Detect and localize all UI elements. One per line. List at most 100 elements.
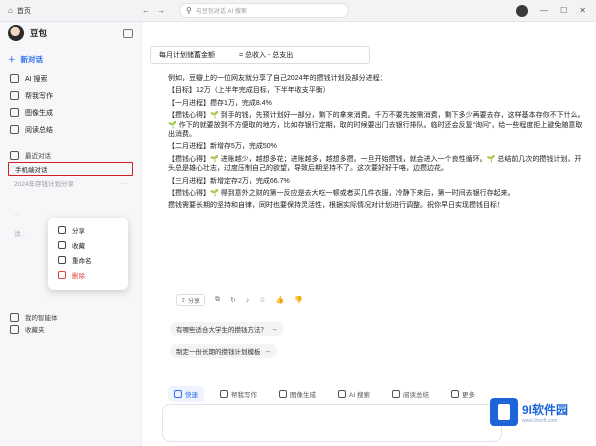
- title-bar: ⌂ 首页 ← → ⚲ 与豆包对话 AI 搜索 — ☐ ✕: [0, 0, 596, 22]
- tool-search[interactable]: AI 搜索: [332, 386, 376, 402]
- bookmark-icon[interactable]: ☆: [259, 296, 265, 304]
- chat-context-menu: 分享 收藏 重命名 删除: [48, 218, 128, 290]
- thumbs-up-icon[interactable]: 👍: [276, 296, 285, 304]
- agents-label: 我的智能体: [25, 315, 58, 322]
- tab-home[interactable]: ⌂ 首页: [0, 0, 136, 22]
- image-icon: [279, 390, 287, 398]
- input-toolbar: 快速 帮我写作 图像生成 AI 搜索 阅读总结 更多: [168, 386, 481, 402]
- new-chat-label: 新对话: [20, 54, 44, 64]
- message-actions: ⇪ 分享 ⧉ ↻ ♪ ☆ 👍 👎: [176, 294, 303, 306]
- image-icon: [10, 108, 19, 117]
- menu-item-label: 删除: [72, 272, 85, 280]
- chat-item[interactable]: 2024年存钱计划分享 ···: [8, 176, 133, 190]
- tool-label: 帮我写作: [231, 392, 257, 399]
- tool-label: 更多: [461, 392, 475, 399]
- close-icon[interactable]: ✕: [579, 6, 586, 15]
- thumbs-down-icon[interactable]: 👎: [294, 296, 303, 304]
- tool-writing[interactable]: 帮我写作: [214, 386, 263, 402]
- minimize-icon[interactable]: —: [540, 6, 548, 15]
- pen-icon: [10, 91, 19, 100]
- favorites-section[interactable]: 收藏夹: [0, 322, 55, 336]
- message-paragraph: 攒钱需要长期的坚持和自律，同时也要保持灵活性，根据实际情况对计划进行调整。祝你早…: [168, 202, 504, 210]
- arrow-right-icon: →: [271, 325, 278, 333]
- chat-title: 请…: [14, 231, 27, 238]
- watermark: 9I软件园 www.9rsoft.com: [490, 391, 594, 433]
- search-icon: [10, 74, 19, 83]
- recent-section-header[interactable]: 最近对话: [0, 148, 141, 162]
- menu-item-favorite[interactable]: 收藏: [48, 237, 128, 252]
- home-icon: ⌂: [8, 6, 13, 15]
- new-chat-button[interactable]: ＋ 新对话: [8, 52, 133, 66]
- message-input[interactable]: [162, 404, 502, 442]
- pen-icon: [220, 390, 228, 398]
- share-button[interactable]: ⇪ 分享: [176, 294, 206, 306]
- forward-icon[interactable]: →: [157, 6, 165, 15]
- document-icon: [10, 125, 19, 134]
- sidebar-item-label: AI 搜索: [25, 75, 48, 83]
- agent-icon: [10, 312, 19, 322]
- share-icon: ⇪: [181, 297, 187, 304]
- suggestion-text: 有哪些适合大学生的攒钱方法？: [176, 327, 267, 334]
- tool-image[interactable]: 图像生成: [273, 386, 322, 402]
- recent-label: 最近对话: [25, 153, 51, 160]
- sidebar-item-label: 阅读总结: [25, 126, 53, 134]
- share-icon: [58, 225, 66, 234]
- search-icon: ⚲: [186, 6, 192, 15]
- clock-icon: [10, 150, 19, 160]
- message-paragraph: 【攒钱心得】🌱 进账越少，越想多花；进账越多，越想多攒。一旦开始攒钱，就会进入一…: [168, 155, 582, 173]
- share-label: 分享: [188, 298, 201, 305]
- message-paragraph: 例如，豆瓣上的一位网友就分享了自己2024年的攒钱计划及部分进程：: [168, 75, 387, 82]
- edit-icon: [58, 255, 66, 264]
- star-icon: [10, 324, 19, 334]
- tool-label: 阅读总结: [402, 392, 429, 399]
- watermark-url: www.9rsoft.com: [522, 417, 558, 424]
- chat-title: …: [14, 209, 21, 217]
- menu-item-label: 重命名: [72, 257, 92, 265]
- watermark-title: 9I软件园: [522, 402, 569, 417]
- search-placeholder: 与豆包对话 AI 搜索: [195, 9, 247, 15]
- tool-label: 图像生成: [290, 392, 316, 399]
- message-paragraph: 【目标】12万（上半年完成目标，下半年收支平衡）: [168, 87, 330, 95]
- back-icon[interactable]: ←: [142, 6, 150, 15]
- formula-left: 每月计划储蓄金额: [159, 52, 215, 59]
- tool-reading[interactable]: 阅读总结: [386, 386, 435, 402]
- sidebar-item-ai-search[interactable]: AI 搜索: [0, 70, 141, 87]
- message-paragraph: 【三月进程】新增定存2万，完成66.7%: [168, 177, 290, 185]
- grid-icon: [450, 390, 459, 398]
- tool-label: AI 搜索: [349, 392, 370, 399]
- assistant-message: 例如，豆瓣上的一位网友就分享了自己2024年的攒钱计划及部分进程： 【目标】12…: [168, 74, 588, 214]
- formula-right: = 总收入 - 总支出: [239, 52, 294, 59]
- search-input[interactable]: ⚲ 与豆包对话 AI 搜索: [179, 3, 349, 18]
- brand-logo-icon: [8, 25, 24, 41]
- tool-more[interactable]: 更多: [445, 386, 481, 402]
- menu-item-rename[interactable]: 重命名: [48, 252, 128, 267]
- collapse-sidebar-icon[interactable]: [123, 28, 133, 38]
- regenerate-icon[interactable]: ↻: [230, 296, 236, 304]
- suggestion-text: 制定一份长期的攒钱计划模板: [176, 349, 261, 356]
- speaker-icon[interactable]: ♪: [246, 297, 250, 304]
- more-options-icon[interactable]: ···: [121, 180, 128, 187]
- copy-icon[interactable]: ⧉: [215, 296, 220, 304]
- favorites-label: 收藏夹: [25, 327, 45, 334]
- suggestion-chip[interactable]: 有哪些适合大学生的攒钱方法？ →: [170, 322, 284, 336]
- menu-item-delete[interactable]: 删除: [48, 267, 128, 282]
- chat-item-active[interactable]: 手机端对话: [8, 162, 133, 176]
- menu-item-share[interactable]: 分享: [48, 222, 128, 237]
- search-icon: [338, 390, 346, 398]
- tool-quick[interactable]: 快速: [168, 386, 204, 402]
- document-icon: [391, 390, 400, 398]
- maximize-icon[interactable]: ☐: [560, 6, 567, 15]
- suggestion-chip[interactable]: 制定一份长期的攒钱计划模板 →: [170, 344, 277, 358]
- menu-item-label: 收藏: [72, 242, 85, 250]
- sidebar-item-reading[interactable]: 阅读总结: [0, 121, 141, 138]
- sidebar-item-writing[interactable]: 帮我写作: [0, 87, 141, 104]
- brand-name: 豆包: [30, 28, 48, 38]
- trash-icon: [58, 270, 66, 279]
- tab-title: 首页: [16, 7, 31, 15]
- user-avatar[interactable]: [516, 4, 529, 17]
- sidebar-item-image-gen[interactable]: 图像生成: [0, 104, 141, 121]
- message-paragraph: 【攒钱心得】🌱 到手的钱，先预计划好一部分，剩下的拿来消费。千万不要先按需消费，…: [168, 112, 585, 139]
- chat-title: 2024年存钱计划分享: [14, 181, 74, 188]
- watermark-logo-icon: [490, 398, 518, 426]
- arrow-right-icon: →: [264, 347, 272, 355]
